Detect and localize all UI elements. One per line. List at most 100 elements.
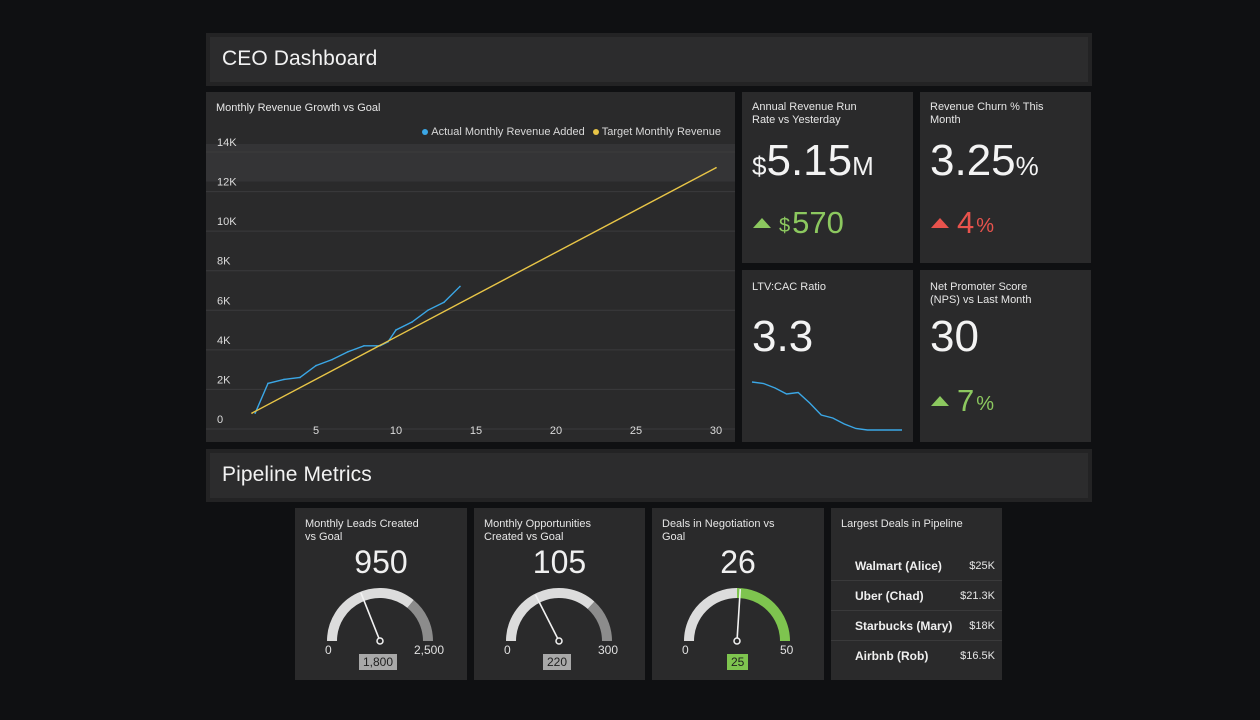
- nps-delta-unit: %: [976, 392, 995, 415]
- deal-name: Uber (Chad): [855, 588, 924, 603]
- pipeline-title: Pipeline Metrics: [222, 463, 372, 486]
- pipeline-header: Pipeline Metrics: [206, 449, 1092, 502]
- nps-tile: Net Promoter Score (NPS) vs Last Month 3…: [920, 270, 1091, 442]
- target-band: [206, 144, 735, 182]
- churn-delta-unit: %: [976, 214, 995, 237]
- y-tick-label: 6K: [217, 295, 231, 307]
- gauge-accent: [736, 588, 790, 642]
- gauge-max: 300: [598, 643, 619, 657]
- target-revenue-point: [715, 166, 717, 169]
- gauge-max: 50: [780, 643, 794, 657]
- arrow-up-icon: [931, 396, 949, 406]
- arr-delta: $ 570: [753, 205, 844, 241]
- list-item[interactable]: Walmart (Alice) $25K: [831, 551, 1002, 581]
- nps-delta-value: 7: [957, 383, 975, 418]
- arr-delta-currency: $: [779, 214, 791, 237]
- gauge-track: [506, 588, 595, 642]
- deals-title: Largest Deals in Pipeline: [841, 518, 963, 530]
- gauge-tile-negotiation: Deals in Negotiation vs Goal 26 0 50 25: [652, 508, 824, 680]
- y-tick-label: 2K: [217, 374, 231, 386]
- actual-revenue-point: [267, 382, 269, 385]
- actual-revenue-point: [347, 350, 349, 353]
- churn-number: 3.25: [930, 136, 1016, 185]
- revenue-chart-panel: Monthly Revenue Growth vs Goal Actual Mo…: [206, 92, 735, 442]
- gauge-min: 0: [504, 643, 511, 657]
- gauge-goal-badge: 1,800: [359, 654, 398, 670]
- x-tick-label: 25: [630, 425, 642, 437]
- gauge-accent: [407, 600, 433, 642]
- gauge-track: [684, 588, 738, 642]
- nps-value: 30: [930, 312, 979, 361]
- ltv-sparkline: [751, 381, 902, 431]
- deal-value: $25K: [969, 559, 995, 572]
- arr-number: 5.15: [766, 136, 853, 185]
- target-revenue-point: [251, 412, 253, 414]
- target-revenue-line: [251, 167, 717, 414]
- gauge-min: 0: [682, 643, 689, 657]
- arrow-up-icon: [931, 218, 949, 228]
- ltv-tile: LTV:CAC Ratio 3.3: [742, 270, 913, 442]
- list-item[interactable]: Starbucks (Mary) $18K: [831, 611, 1002, 641]
- y-tick-label: 0: [217, 414, 223, 426]
- arr-unit: M: [852, 151, 874, 181]
- churn-title: Revenue Churn % This Month: [930, 101, 1044, 126]
- gauge-min: 0: [325, 643, 332, 657]
- deal-name: Airbnb (Rob): [855, 649, 929, 663]
- gauge-tile-opportunities: Monthly Opportunities Created vs Goal 10…: [474, 508, 645, 680]
- arr-currency: $: [752, 151, 767, 181]
- actual-revenue-point: [395, 329, 397, 331]
- dashboard-header: CEO Dashboard: [206, 33, 1092, 86]
- nps-delta: 7 %: [931, 383, 994, 419]
- list-item[interactable]: Airbnb (Rob) $16.5K: [831, 641, 1002, 671]
- x-tick-label: 15: [470, 425, 482, 437]
- arr-value: $5.15M: [752, 136, 874, 186]
- y-tick-label: 10K: [217, 216, 237, 228]
- churn-unit: %: [1015, 151, 1039, 181]
- deal-value: $18K: [969, 619, 995, 632]
- deal-name: Starbucks (Mary): [855, 618, 953, 633]
- dashboard-title: CEO Dashboard: [222, 47, 378, 70]
- y-tick-label: 14K: [217, 137, 237, 149]
- actual-revenue-point: [331, 358, 333, 361]
- largest-deals-tile: Largest Deals in Pipeline Walmart (Alice…: [831, 508, 1002, 680]
- actual-revenue-point: [315, 364, 317, 367]
- churn-delta-value: 4: [957, 205, 975, 240]
- churn-value: 3.25%: [930, 136, 1039, 186]
- x-tick-label: 10: [390, 425, 402, 437]
- arr-tile: Annual Revenue Run Rate vs Yesterday $5.…: [742, 92, 913, 263]
- gauge-goal-badge: 220: [543, 654, 572, 670]
- gauge-needle: [534, 594, 560, 642]
- y-tick-label: 4K: [217, 335, 231, 347]
- gauge-pivot: [555, 637, 563, 645]
- deal-value: $16.5K: [960, 650, 995, 662]
- y-tick-label: 12K: [217, 177, 237, 189]
- nps-title: Net Promoter Score (NPS) vs Last Month: [930, 281, 1032, 306]
- arr-delta-value: 570: [792, 205, 844, 240]
- arr-title: Annual Revenue Run Rate vs Yesterday: [752, 101, 857, 126]
- gauge-pivot: [376, 637, 384, 645]
- churn-delta: 4 %: [931, 205, 994, 241]
- list-item[interactable]: Uber (Chad) $21.3K: [831, 581, 1002, 611]
- actual-revenue-point: [427, 309, 429, 311]
- deal-name: Walmart (Alice): [855, 558, 942, 573]
- x-tick-label: 30: [710, 425, 722, 437]
- revenue-line-chart: 14K 12K 10K 8K 6K 4K 2K 0 5 10 15 20 25 30: [206, 137, 735, 437]
- gauge-needle: [360, 592, 381, 642]
- ltv-sparkline-line: [751, 381, 902, 431]
- x-tick-label: 5: [313, 425, 319, 437]
- actual-revenue-point: [443, 301, 445, 304]
- gauge-tile-leads: Monthly Leads Created vs Goal 950 0 2,50…: [295, 508, 467, 680]
- churn-tile: Revenue Churn % This Month 3.25% 4 %: [920, 92, 1091, 263]
- actual-revenue-point: [254, 412, 256, 414]
- gauge-max: 2,500: [414, 643, 445, 657]
- deal-value: $21.3K: [960, 589, 995, 602]
- actual-revenue-point: [283, 378, 285, 381]
- y-tick-label: 8K: [217, 256, 231, 268]
- actual-revenue-point: [411, 321, 413, 323]
- arrow-up-icon: [753, 218, 771, 228]
- gauge-pivot: [733, 637, 741, 645]
- gauge-goal-badge: 25: [727, 654, 749, 670]
- actual-revenue-point: [363, 344, 365, 347]
- x-tick-label: 20: [550, 425, 562, 437]
- gauge-accent: [587, 601, 612, 642]
